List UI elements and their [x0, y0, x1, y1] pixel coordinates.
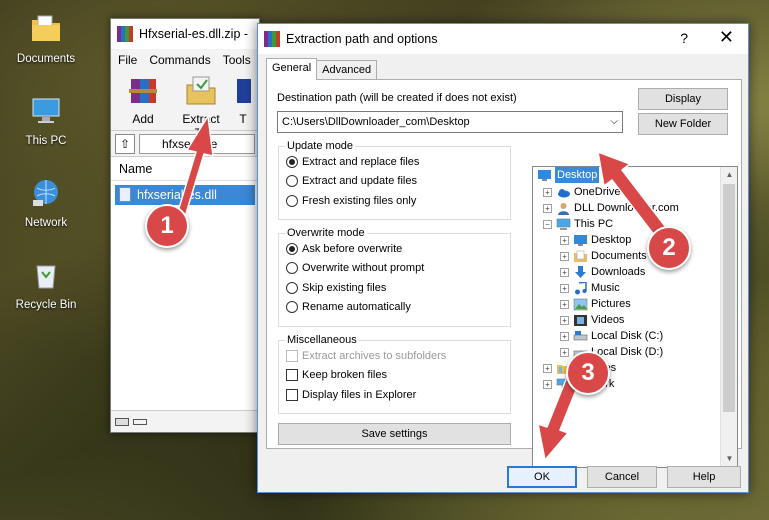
step-marker-1: 1: [145, 204, 189, 248]
tab-general[interactable]: General: [266, 58, 318, 80]
arrow-2: [597, 151, 669, 241]
step-marker-2: 2: [647, 226, 691, 270]
arrow-1: [175, 115, 214, 221]
step-marker-3: 3: [566, 351, 610, 395]
